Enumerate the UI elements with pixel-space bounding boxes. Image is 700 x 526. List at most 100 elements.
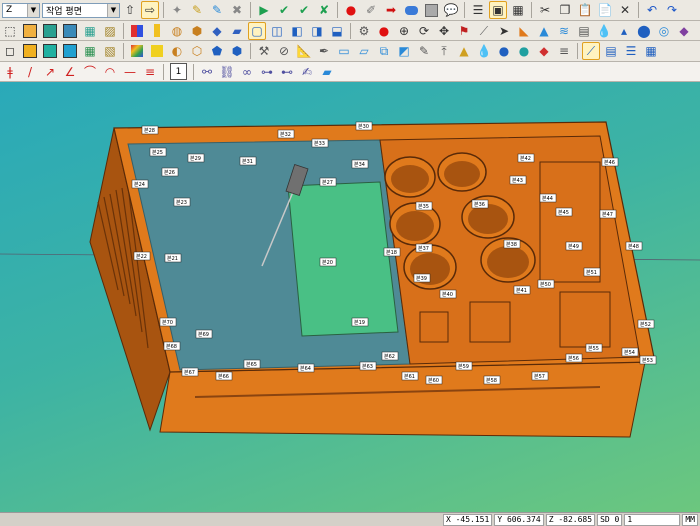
list-icon[interactable]: ☰ (469, 1, 487, 19)
disk-icon[interactable]: ⬤ (635, 22, 653, 40)
pipe-icon[interactable]: ◐ (168, 42, 186, 60)
cone-yellow-icon[interactable]: ▲ (455, 42, 473, 60)
ruler-icon[interactable]: 📐 (295, 42, 313, 60)
brush-icon[interactable]: ✐ (362, 1, 380, 19)
square-icon[interactable] (422, 1, 440, 19)
block-icon[interactable]: ▰ (228, 22, 246, 40)
cross-check-icon[interactable]: ✘ (315, 1, 333, 19)
circle-teal-icon[interactable]: ● (515, 42, 533, 60)
drop-icon[interactable]: 💧 (595, 22, 613, 40)
box-blue-icon[interactable] (61, 42, 79, 60)
clipboard-icon[interactable]: 📄 (596, 1, 614, 19)
record-icon[interactable]: ● (342, 1, 360, 19)
panel-list-icon[interactable]: ☰ (622, 42, 640, 60)
select-tool-icon[interactable]: ✦ (168, 1, 186, 19)
panel-icon[interactable]: ▤ (602, 42, 620, 60)
grid-green-icon[interactable]: ▦ (81, 42, 99, 60)
plate-blue-icon[interactable]: ▰ (318, 63, 336, 81)
chain-icon[interactable]: ⛓ (218, 63, 236, 81)
diamond-red-icon[interactable]: ◆ (535, 42, 553, 60)
hexagon-icon[interactable]: ⬢ (188, 22, 206, 40)
copy-icon[interactable]: ❐ (556, 1, 574, 19)
red-arrow-icon[interactable]: ➡ (382, 1, 400, 19)
color-grid-icon[interactable] (128, 22, 146, 40)
cube-shaded-icon[interactable] (61, 22, 79, 40)
scissors-icon[interactable]: ✂ (536, 1, 554, 19)
grid-teal-icon[interactable]: ▦ (81, 22, 99, 40)
edit-face-icon[interactable]: ✎ (415, 42, 433, 60)
chat-icon[interactable]: 💬 (442, 1, 460, 19)
view-right-icon[interactable]: ◨ (308, 22, 326, 40)
link-icon[interactable]: ⚯ (198, 63, 216, 81)
yellow-bar-icon[interactable] (148, 22, 166, 40)
box-teal-icon[interactable] (41, 42, 59, 60)
gear-icon[interactable]: ⚙ (355, 22, 373, 40)
multicolor-icon[interactable] (128, 42, 146, 60)
skew-icon[interactable]: ⧉ (375, 42, 393, 60)
one-button[interactable]: 1 (170, 63, 187, 80)
angle-icon[interactable]: ∠ (61, 63, 79, 81)
paint-all-icon[interactable]: ✎ (208, 1, 226, 19)
diamond-icon[interactable]: ◆ (208, 22, 226, 40)
hatch-icon[interactable]: ▧ (101, 42, 119, 60)
wave-icon[interactable]: ≋ (555, 22, 573, 40)
cylinder-icon[interactable]: ◍ (168, 22, 186, 40)
check-double-icon[interactable]: ✔ (295, 1, 313, 19)
edit-icon[interactable]: ✍ (298, 63, 316, 81)
arrow-up-icon[interactable]: ⇧ (121, 1, 139, 19)
grid-icon[interactable]: ▦ (509, 1, 527, 19)
cube-teal-icon[interactable] (41, 22, 59, 40)
play-icon[interactable]: ▶ (255, 1, 273, 19)
slash-icon[interactable]: / (21, 63, 39, 81)
undo-icon[interactable]: ↶ (643, 1, 661, 19)
circle-blue-icon[interactable]: ● (495, 42, 513, 60)
node-icon[interactable]: ⊶ (258, 63, 276, 81)
box-outline-icon[interactable]: ◻ (1, 42, 19, 60)
pen-icon[interactable]: ✒ (315, 42, 333, 60)
panel-grid-icon[interactable]: ▦ (642, 42, 660, 60)
knife-icon[interactable]: ⟋ (475, 22, 493, 40)
view-select[interactable]: Z ▼ (2, 2, 40, 18)
stack-icon[interactable]: ≡ (555, 42, 573, 60)
lines-icon[interactable]: ≡ (141, 63, 159, 81)
arrow-right-icon[interactable]: ⇨ (141, 1, 159, 19)
redo-icon[interactable]: ↷ (663, 1, 681, 19)
cursor-icon[interactable]: ➤ (495, 22, 513, 40)
sheet-icon[interactable]: ▭ (335, 42, 353, 60)
orange-shape-icon[interactable]: ◣ (515, 22, 533, 40)
shape-icon[interactable]: ⬟ (208, 42, 226, 60)
paste-icon[interactable]: 📋 (576, 1, 594, 19)
box-filled-icon[interactable] (21, 42, 39, 60)
cube-wire-icon[interactable]: ⬚ (1, 22, 19, 40)
pattern-icon[interactable]: ▨ (101, 22, 119, 40)
yellow-square-icon[interactable] (148, 42, 166, 60)
view-persp-icon[interactable]: ⬓ (328, 22, 346, 40)
extrude-icon[interactable]: ⤒ (435, 42, 453, 60)
compass-icon[interactable]: ⊘ (275, 42, 293, 60)
flag-icon[interactable]: ⚑ (455, 22, 473, 40)
cone-icon[interactable]: ▲ (535, 22, 553, 40)
eraser-icon[interactable]: ✖ (228, 1, 246, 19)
node-link-icon[interactable]: ⊷ (278, 63, 296, 81)
check-icon[interactable]: ✔ (275, 1, 293, 19)
view-iso-icon[interactable]: ◫ (268, 22, 286, 40)
parallelogram-icon[interactable]: ▱ (355, 42, 373, 60)
delete-icon[interactable]: ✕ (616, 1, 634, 19)
window-icon[interactable]: ▣ (489, 1, 507, 19)
cone-blue-icon[interactable]: ▴ (615, 22, 633, 40)
hex-blue-icon[interactable]: ⬢ (228, 42, 246, 60)
rounded-rect-icon[interactable] (402, 1, 420, 19)
semicircle-icon[interactable]: ◠ (101, 63, 119, 81)
paint-icon[interactable]: ✎ (188, 1, 206, 19)
fold-icon[interactable]: ◩ (395, 42, 413, 60)
loop-icon[interactable]: ∞ (238, 63, 256, 81)
arc-icon[interactable]: ⌒ (81, 63, 99, 81)
move-icon[interactable]: ✥ (435, 22, 453, 40)
dimension-icon[interactable]: ǂ (1, 63, 19, 81)
rings-icon[interactable]: ◎ (655, 22, 673, 40)
crosshair-icon[interactable]: ⊕ (395, 22, 413, 40)
3d-viewport[interactable]: 본32 본30 본28 본33 본29 본31 본27 본34 본25 본26 … (0, 82, 700, 512)
rotate-icon[interactable]: ⟳ (415, 22, 433, 40)
red-sphere-icon[interactable]: ● (375, 22, 393, 40)
line-icon[interactable]: ⟋ (582, 42, 600, 60)
